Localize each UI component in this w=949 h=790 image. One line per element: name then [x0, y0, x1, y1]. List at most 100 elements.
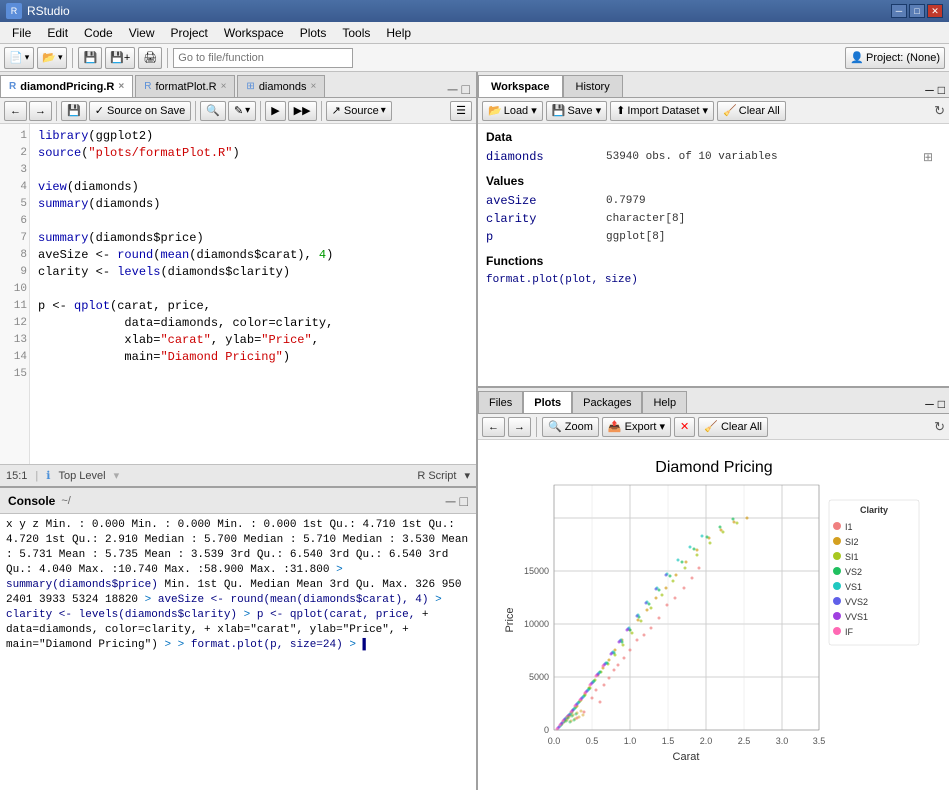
source-button[interactable]: ↗ Source ▾	[326, 101, 392, 121]
svg-text:1.5: 1.5	[661, 736, 674, 746]
console-title: Console	[8, 494, 55, 508]
r-file-icon-1: R	[144, 81, 151, 92]
clear-label: Clear All	[739, 105, 780, 117]
load-button[interactable]: 📂 Load ▾	[482, 101, 543, 121]
plots-tab-bar: Files Plots Packages Help ─ □	[478, 388, 949, 414]
workspace-panel: Workspace History ─ □ 📂 Load ▾ 💾 Save ▾	[478, 72, 949, 388]
tab-workspace[interactable]: Workspace	[478, 75, 563, 97]
edit-button[interactable]: ✎ ▾	[228, 101, 256, 121]
new-file-button[interactable]: 📄 ▾	[4, 47, 34, 69]
svg-text:VVS2: VVS2	[845, 597, 868, 607]
goto-input[interactable]	[173, 48, 353, 68]
source-on-save-button[interactable]: ✓ Source on Save	[89, 101, 192, 121]
function-row-format-plot: format.plot(plot, size)	[486, 272, 941, 288]
svg-text:1.0: 1.0	[623, 736, 636, 746]
minimize-button[interactable]: ─	[891, 4, 907, 18]
tab-history[interactable]: History	[563, 75, 623, 97]
menu-file[interactable]: File	[4, 24, 39, 42]
plots-panel: Files Plots Packages Help ─ □ ← → 🔍 Zoom…	[478, 388, 949, 790]
print-button[interactable]: 🖨	[138, 47, 162, 69]
maximize-button[interactable]: □	[909, 4, 925, 18]
titlebar-controls[interactable]: ─ □ ✕	[891, 4, 943, 18]
menu-project[interactable]: Project	[163, 24, 216, 42]
status-icon: ℹ	[46, 469, 50, 482]
tab-diamonds[interactable]: ⊞ diamonds ×	[237, 75, 325, 97]
forward-button[interactable]: →	[29, 101, 52, 121]
menu-view[interactable]: View	[121, 24, 163, 42]
svg-text:Clarity: Clarity	[859, 505, 887, 515]
format-plot-name: format.plot(plot, size)	[486, 274, 638, 286]
tab-close-2[interactable]: ×	[311, 81, 317, 92]
tab-close-0[interactable]: ×	[118, 81, 124, 92]
clarity-name: clarity	[486, 212, 606, 226]
save-editor-button[interactable]: 💾	[61, 101, 87, 121]
export-button[interactable]: 📤 Export ▾	[602, 417, 671, 437]
console-minimize[interactable]: ─	[446, 493, 456, 509]
plots-minimize[interactable]: ─	[925, 397, 934, 411]
load-icon: 📂	[488, 104, 502, 117]
console-controls: ─ □	[446, 493, 468, 509]
ws-save-button[interactable]: 💾 Save ▾	[546, 101, 607, 121]
svg-text:5000: 5000	[528, 672, 548, 682]
clear-all-button[interactable]: 🧹 Clear All	[717, 101, 786, 121]
save-button[interactable]: 💾	[78, 47, 102, 69]
find-button[interactable]: 🔍	[200, 101, 226, 121]
close-button[interactable]: ✕	[927, 4, 943, 18]
pl-sep	[536, 417, 537, 437]
zoom-button[interactable]: 🔍 Zoom	[542, 417, 599, 437]
tab-format-plot[interactable]: R formatPlot.R ×	[135, 75, 235, 97]
table-icon[interactable]: ⊞	[923, 150, 941, 164]
diamond-pricing-chart: Diamond Pricing	[499, 450, 929, 780]
menu-help[interactable]: Help	[378, 24, 419, 42]
main-layout: R diamondPricing.R × R formatPlot.R × ⊞ …	[0, 72, 949, 790]
import-dataset-button[interactable]: ⬆ Import Dataset ▾	[610, 101, 714, 121]
menu-edit[interactable]: Edit	[39, 24, 76, 42]
menu-workspace[interactable]: Workspace	[216, 24, 292, 42]
project-button[interactable]: 👤 Project: (None)	[845, 47, 945, 69]
delete-plot-button[interactable]: ✕	[674, 417, 695, 437]
refresh-icon[interactable]: ↻	[934, 103, 945, 118]
toolbar-separator-2	[167, 48, 168, 68]
clear-plots-button[interactable]: 🧹 Clear All	[698, 417, 768, 437]
code-content[interactable]: library(ggplot2) source("plots/formatPlo…	[30, 124, 476, 464]
tab-close-1[interactable]: ×	[221, 81, 227, 92]
ws-minimize[interactable]: ─	[925, 83, 934, 97]
run-button[interactable]: ▶	[265, 101, 285, 121]
prev-plot-button[interactable]: ←	[482, 417, 505, 437]
next-plot-button[interactable]: →	[508, 417, 531, 437]
menu-tools[interactable]: Tools	[334, 24, 378, 42]
svg-text:I1: I1	[845, 522, 853, 532]
tab-minimize-button[interactable]: ─	[446, 81, 460, 97]
open-button[interactable]: 📂 ▾	[37, 47, 67, 69]
console-maximize[interactable]: □	[460, 493, 468, 509]
menubar: File Edit Code View Project Workspace Pl…	[0, 22, 949, 44]
save-all-button[interactable]: 💾+	[105, 47, 135, 69]
editor-status: 15:1 | ℹ Top Level ▾ R Script ▾	[0, 464, 476, 486]
diamonds-value: 53940 obs. of 10 variables	[606, 151, 778, 163]
console-content[interactable]: x y z Min. : 0.000 Min. : 0.000 Min. : 0…	[0, 514, 476, 790]
tab-files[interactable]: Files	[478, 391, 523, 413]
left-panel: R diamondPricing.R × R formatPlot.R × ⊞ …	[0, 72, 478, 790]
editor-options-button[interactable]: ☰	[450, 101, 472, 121]
plots-maximize[interactable]: □	[938, 397, 945, 411]
editor-area: R diamondPricing.R × R formatPlot.R × ⊞ …	[0, 72, 476, 488]
tab-help[interactable]: Help	[642, 391, 687, 413]
console-area: Console ~/ ─ □ x y z Min. : 0.000 Min. :…	[0, 488, 476, 790]
avesize-name: aveSize	[486, 194, 606, 208]
tab-plots[interactable]: Plots	[523, 391, 572, 413]
script-mode: R Script	[417, 470, 456, 482]
code-editor[interactable]: 123456789101112131415 library(ggplot2) s…	[0, 124, 476, 464]
tab-diamond-pricing[interactable]: R diamondPricing.R ×	[0, 75, 133, 97]
ed-sep-1	[56, 101, 57, 121]
ws-maximize[interactable]: □	[938, 83, 945, 97]
tab-packages[interactable]: Packages	[572, 391, 642, 413]
tab-maximize-button[interactable]: □	[460, 81, 472, 97]
data-row-diamonds[interactable]: diamonds 53940 obs. of 10 variables ⊞	[486, 148, 941, 166]
run-to-button[interactable]: ▶▶	[288, 101, 317, 121]
menu-plots[interactable]: Plots	[292, 24, 335, 42]
plots-refresh-icon[interactable]: ↻	[934, 419, 945, 434]
right-panel: Workspace History ─ □ 📂 Load ▾ 💾 Save ▾	[478, 72, 949, 790]
load-label: Load ▾	[504, 104, 537, 117]
menu-code[interactable]: Code	[76, 24, 121, 42]
back-button[interactable]: ←	[4, 101, 27, 121]
